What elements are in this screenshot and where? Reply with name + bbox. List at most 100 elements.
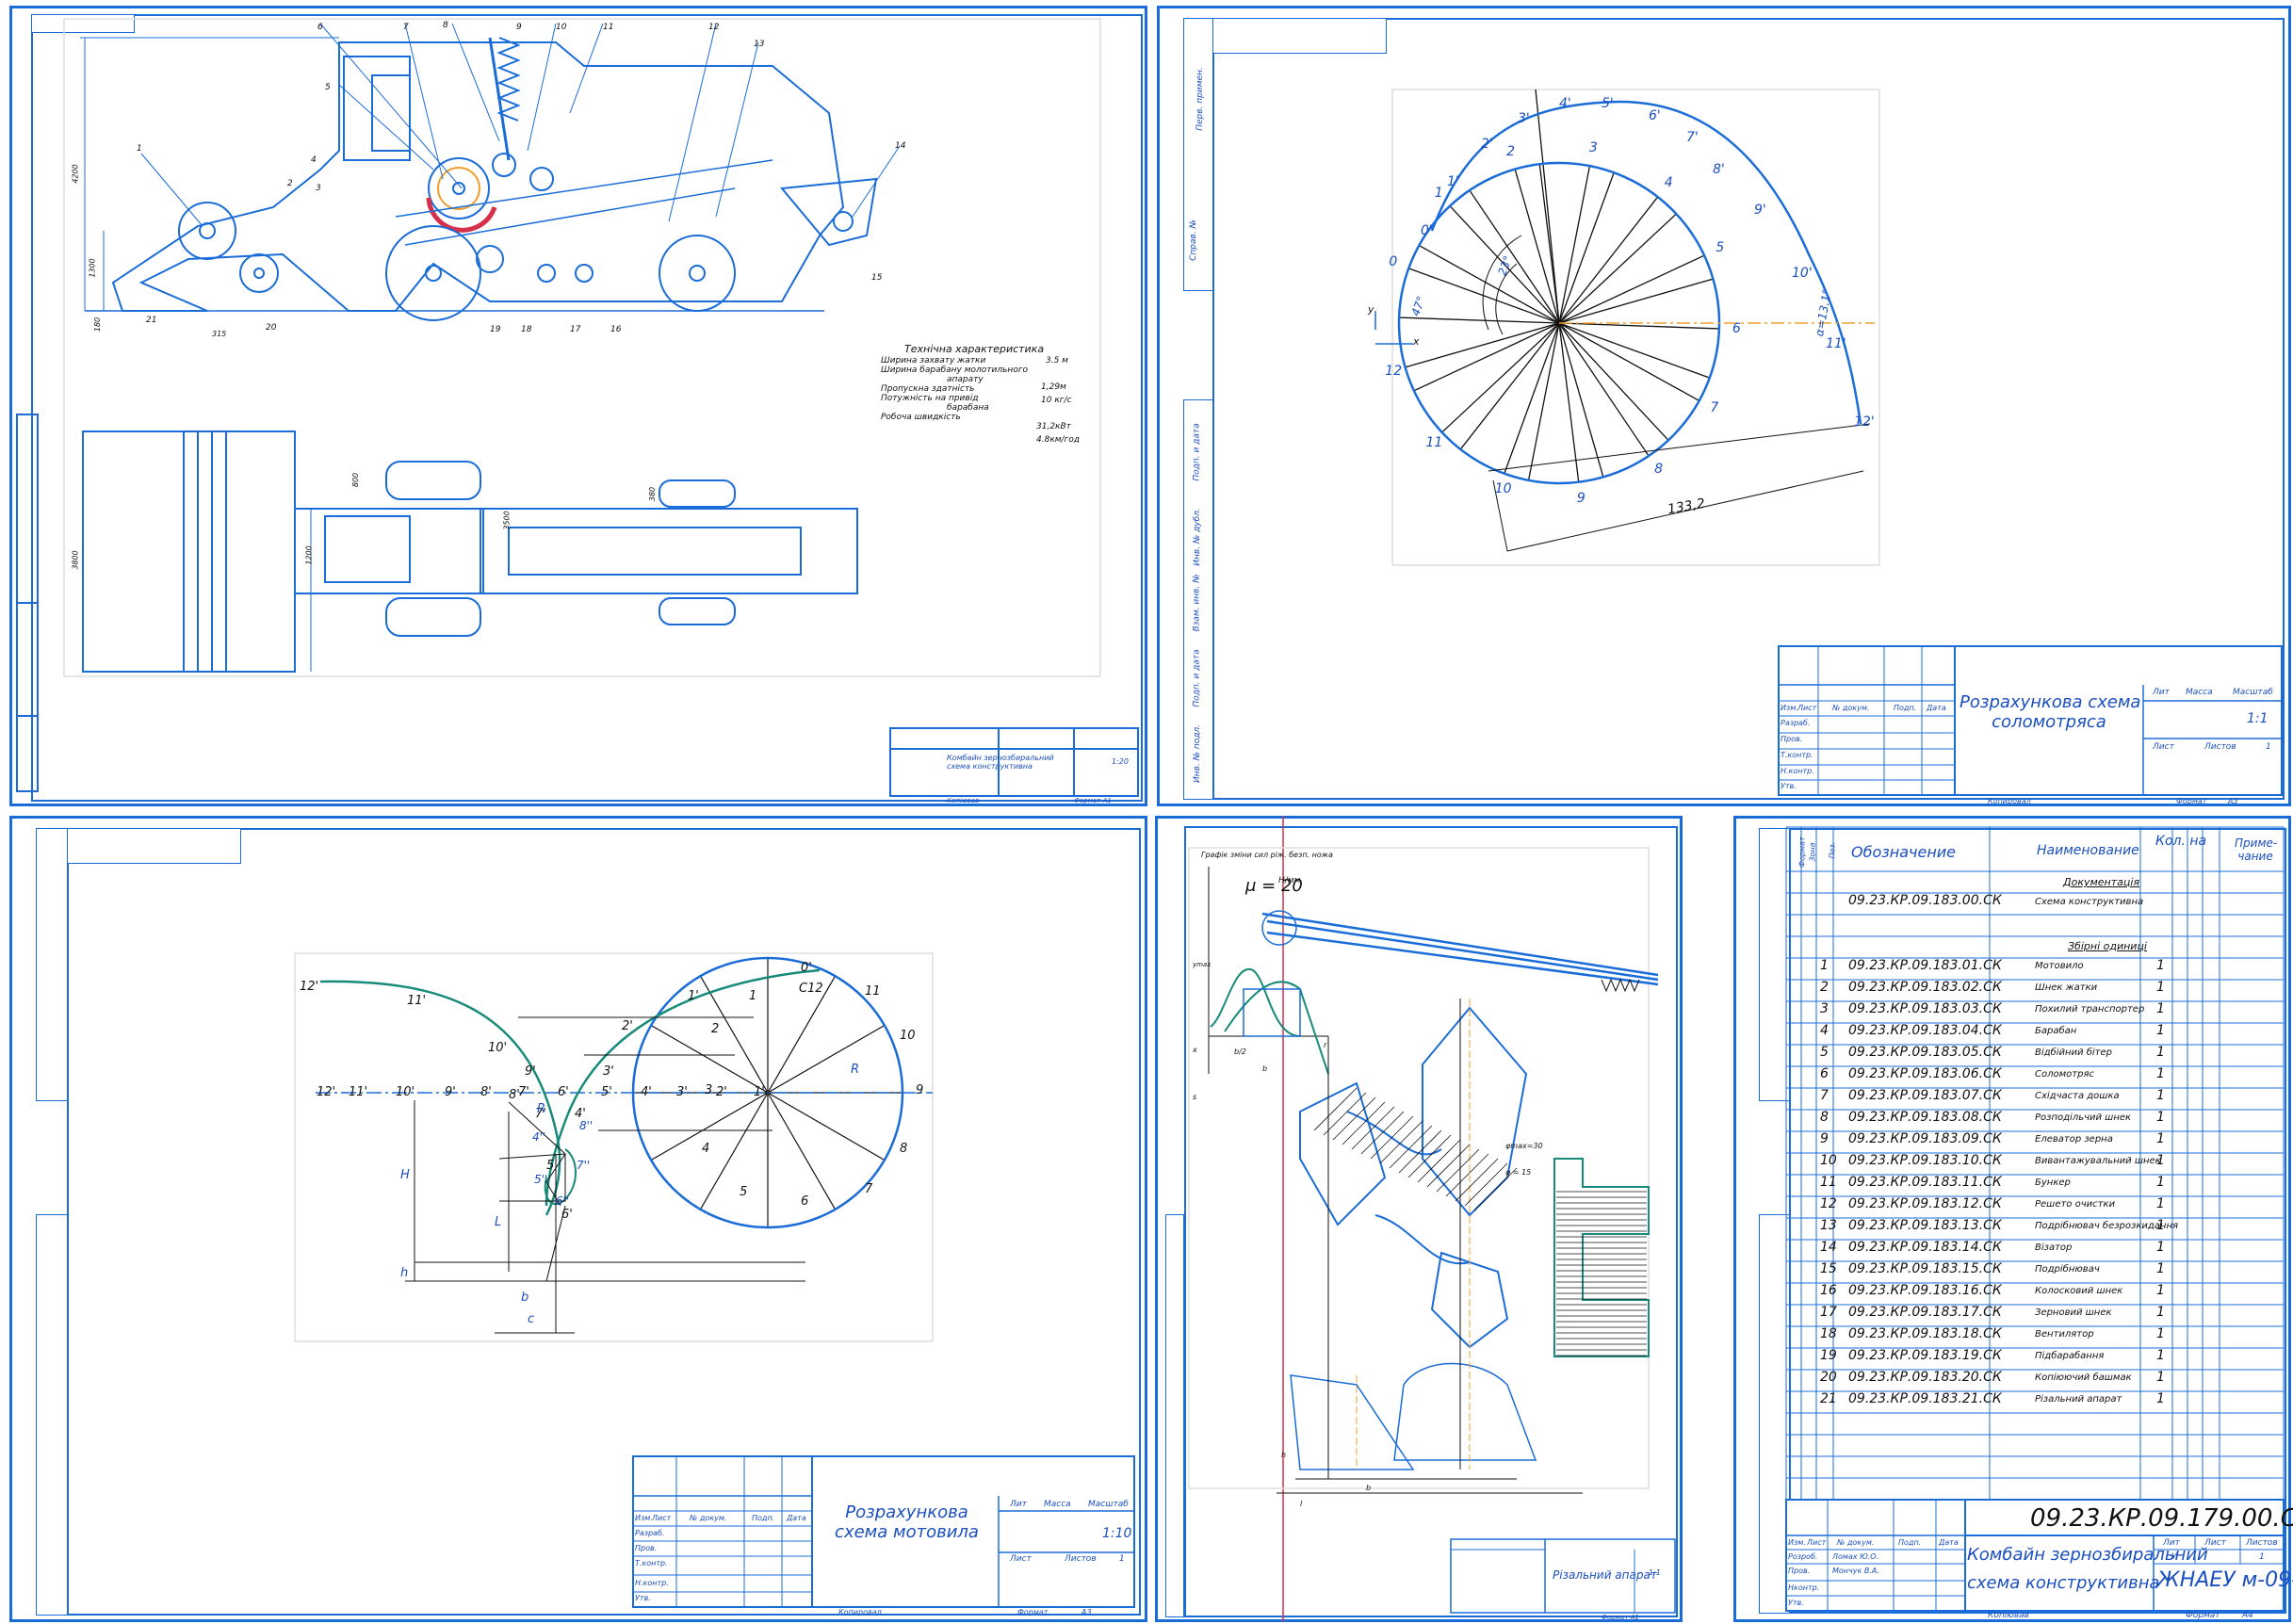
sheet4-side-strip: [1165, 1214, 1184, 1617]
sheet-cutting-apparatus: [1155, 816, 1683, 1622]
hdr-sheets: Листов: [2204, 742, 2236, 752]
sheet3-hdr-scale: Масштаб: [1088, 1500, 1129, 1509]
reel-axis-label: 6': [558, 1085, 569, 1099]
spec-item-name: Бункер: [2035, 1177, 2071, 1188]
hdr-format: Формат: [1797, 836, 1807, 868]
sheet2-format: Формат: [2176, 797, 2207, 805]
spec-item-designation: 09.23.КР.09.183.04.СК: [1848, 1023, 2002, 1038]
reel-point-label: 5': [546, 1159, 558, 1173]
sheet5-copy: Копіював: [1988, 1611, 2029, 1620]
spec-item-name: Похилий транспортер: [2035, 1004, 2145, 1015]
spec-item-name: Мотовило: [2035, 961, 2084, 971]
sheets-number: 1: [2266, 742, 2271, 752]
spec-item-qty: 1: [2156, 1305, 2165, 1320]
spec-item-designation: 09.23.КР.09.183.16.СК: [1848, 1283, 2002, 1298]
walker-point-label: 0: [1389, 253, 1398, 269]
spec-item-name: Вентилятор: [2035, 1329, 2094, 1340]
spec-item-qty: 1: [2156, 1348, 2165, 1363]
spec-item-name: Підбарабання: [2035, 1351, 2105, 1361]
stamp-title-2: схема конструктивна: [1967, 1573, 2160, 1593]
hdr-mass: Масса: [2186, 688, 2213, 697]
hdr-name: Наименование: [2037, 843, 2139, 858]
side-label: Взам. инв. №: [1192, 574, 1202, 632]
spec-item-pos: 6: [1820, 1066, 1829, 1081]
callout-19: 19: [490, 325, 501, 334]
callout-15: 15: [871, 273, 883, 283]
callout-12: 12: [708, 23, 720, 32]
row-sign: Подп.: [1894, 704, 1917, 712]
reel-point-label: 2: [711, 1022, 720, 1036]
reel-axis-label: 8': [480, 1085, 492, 1099]
side-label: Подп. и дата: [1192, 423, 1202, 481]
spec-item-designation: 09.23.КР.09.183.11.СК: [1848, 1175, 2002, 1190]
cut-dim: l: [1300, 1500, 1303, 1508]
walker-point-label: 7: [1710, 400, 1719, 416]
spec-item-name: Зерновий шнек: [2035, 1307, 2112, 1318]
row-dev: Разраб.: [1781, 719, 1811, 727]
sheet1-copy: Копіював: [947, 797, 980, 804]
cut-dim: x: [1193, 1046, 1197, 1054]
spec-item-qty: 1: [2156, 1110, 2165, 1125]
row-check: Пров.: [1788, 1567, 1811, 1575]
reel-point-label: 8: [900, 1142, 908, 1156]
sheet3-hdr-sheet: Лист: [1010, 1554, 1032, 1564]
reel-point-label: 6: [801, 1194, 809, 1209]
spec-item-designation: 09.23.КР.09.183.20.СК: [1848, 1370, 2002, 1385]
cut-format: Формат А1: [1602, 1614, 1639, 1621]
reel-lbl: 8'': [579, 1119, 594, 1132]
spec-item-pos: 17: [1820, 1305, 1837, 1320]
cut-mu-unit: Н/мм: [1278, 876, 1301, 885]
stamp-code: 09.23.КР.09.179.00.СК: [2030, 1504, 2293, 1533]
sheet2-title-line2: соломотряса: [1992, 712, 2106, 732]
sheet2-corner-tab: [1212, 18, 1387, 54]
reel-lbl: R: [851, 1063, 860, 1077]
sheet3-format-value: А3: [1081, 1608, 1092, 1616]
sheet3-title-line2: схема мотовила: [835, 1522, 979, 1542]
reel-point-label: C12: [799, 982, 823, 996]
cut-dim: ymax: [1193, 961, 1212, 968]
walker-point-label: 3: [1588, 140, 1598, 156]
row-person: Мончук В.А.: [1832, 1567, 1879, 1575]
sheet3-side-strip-top: [36, 828, 68, 1101]
reel-axis-label: 5': [601, 1085, 612, 1099]
reel-point-label: 5: [740, 1185, 748, 1199]
spec-item-pos: 10: [1820, 1153, 1837, 1168]
sheet2-side-strip-top: [1183, 18, 1213, 291]
sheet2-frame: [1212, 18, 2285, 800]
spec-item-pos: 14: [1820, 1240, 1837, 1255]
sheet1-stamp-title: Комбайн зернозбиральний схема конструкти…: [947, 754, 1054, 771]
spec-item-designation: 09.23.КР.09.183.01.СК: [1848, 958, 2002, 973]
walker-prime-label: 10': [1792, 266, 1813, 281]
spec-item-qty: 1: [2156, 1066, 2165, 1081]
reel-point-label: 9: [916, 1083, 924, 1097]
spec-item-name: Подрібнювач: [2035, 1264, 2100, 1275]
side-label: Перв. примен.: [1195, 67, 1205, 131]
walker-prime-label: 9': [1754, 203, 1766, 218]
reel-lbl: H: [400, 1168, 410, 1182]
reel-lbl: h: [400, 1266, 409, 1280]
walker-point-label: 1: [1434, 185, 1443, 201]
row-approve: Утв.: [1788, 1599, 1804, 1607]
callout-18: 18: [521, 325, 532, 334]
scale-value: 1:1: [2247, 711, 2269, 726]
spec-label: барабана: [947, 403, 989, 413]
spec-item-qty: 1: [2156, 1196, 2165, 1211]
stamp-sheets: Листов: [2246, 1538, 2278, 1548]
sheet2-format-value: А3: [2228, 797, 2238, 805]
row-tcontrol: Т.контр.: [1781, 751, 1813, 759]
spec-item-designation: 09.23.КР.09.183.13.СК: [1848, 1218, 2002, 1233]
reel-point-label: 0': [801, 961, 812, 975]
row-list: Лист: [1797, 704, 1817, 712]
spec-item-name: Соломотряс: [2035, 1069, 2094, 1080]
spec-item-name: Різальний апарат: [2035, 1394, 2122, 1405]
spec-item-designation: 09.23.КР.09.183.06.СК: [1848, 1066, 2002, 1081]
spec-item-qty: 1: [2156, 1391, 2165, 1406]
cut-dim: φ = 15: [1505, 1168, 1532, 1177]
callout-13: 13: [754, 40, 765, 49]
row-dev: Розроб.: [1788, 1552, 1818, 1561]
walker-prime-label: 7': [1686, 130, 1699, 145]
sheet4-frame: [1184, 826, 1678, 1617]
row-izm: Изм.: [1788, 1538, 1806, 1547]
axis-label-y: y: [1368, 303, 1374, 316]
spec-item-qty: 1: [2156, 1088, 2165, 1103]
